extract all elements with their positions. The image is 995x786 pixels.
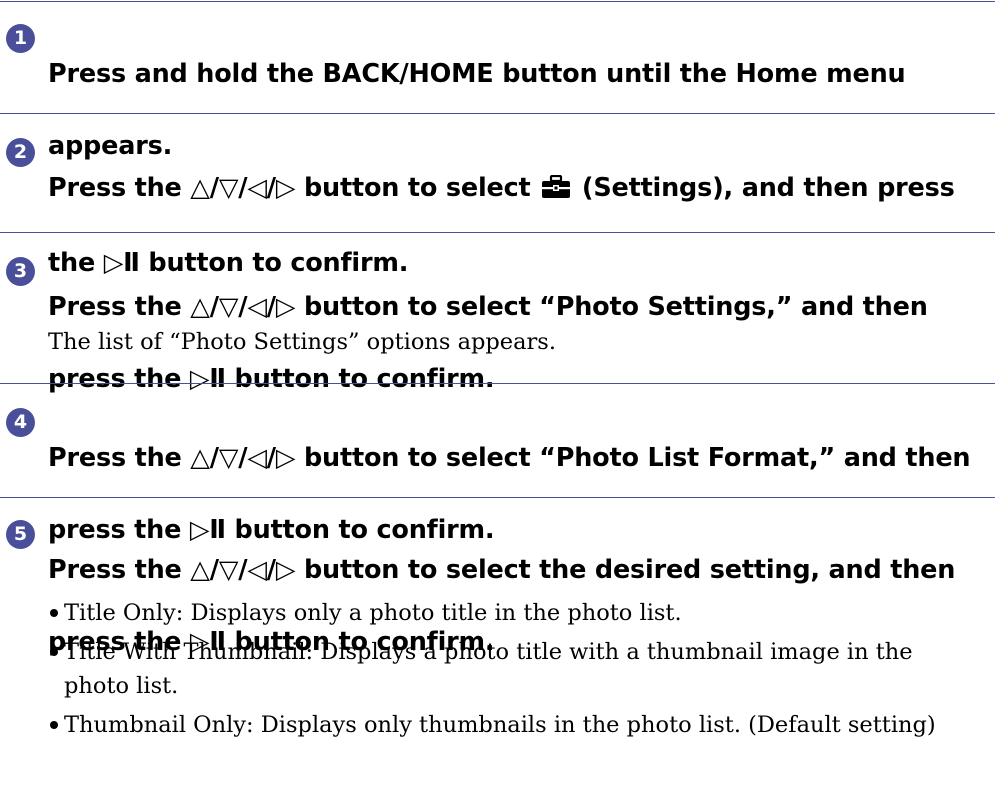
step-number-badge: 1 <box>6 24 35 53</box>
divider <box>0 383 995 384</box>
heading-text: Press the △/▽/◁/▷ button to select <box>48 173 540 203</box>
step-number-badge: 4 <box>6 408 35 437</box>
divider <box>0 113 995 114</box>
option-item: Thumbnail Only: Displays only thumbnails… <box>48 708 983 742</box>
options-list: Title Only: Displays only a photo title … <box>48 596 983 747</box>
step-number-badge: 3 <box>6 257 35 286</box>
divider <box>0 232 995 233</box>
step-description: The list of “Photo Settings” options app… <box>48 329 556 355</box>
step-number-badge: 2 <box>6 138 35 167</box>
heading-line: Press the △/▽/◁/▷ button to select “Phot… <box>48 292 928 322</box>
divider <box>0 497 995 498</box>
option-item: Title Only: Displays only a photo title … <box>48 596 983 630</box>
heading-text: (Settings), and then press <box>573 173 955 203</box>
heading-line: Press and hold the BACK/HOME button unti… <box>48 59 906 89</box>
toolbox-icon <box>541 173 571 209</box>
heading-line: Press the △/▽/◁/▷ button to select the d… <box>48 555 956 585</box>
heading-line: press the ▷Ⅱ button to confirm. <box>48 364 495 394</box>
option-item: Title With Thumbnail: Displays a photo t… <box>48 635 983 703</box>
heading-line: Press the △/▽/◁/▷ button to select “Phot… <box>48 443 971 473</box>
divider <box>0 1 995 2</box>
heading-line: Press the △/▽/◁/▷ button to select (Sett… <box>48 170 988 209</box>
instruction-page: 1 Press and hold the BACK/HOME button un… <box>0 0 995 786</box>
step-number-badge: 5 <box>6 520 35 549</box>
